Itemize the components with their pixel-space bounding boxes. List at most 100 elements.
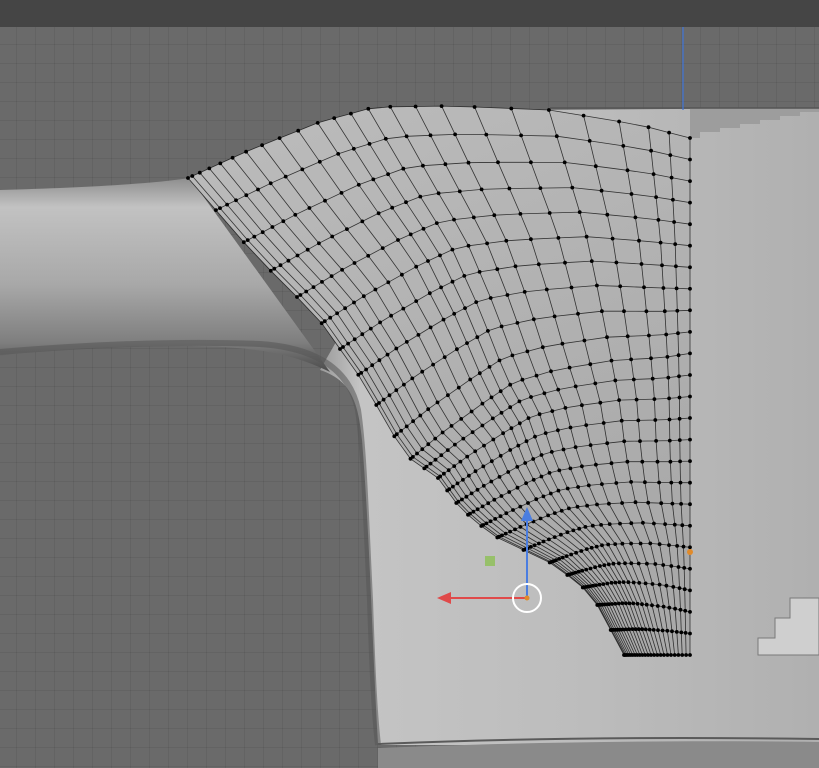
vertex[interactable]	[411, 419, 415, 424]
vertex[interactable]	[616, 601, 621, 606]
vertex[interactable]	[682, 587, 687, 592]
vertex[interactable]	[648, 541, 653, 546]
vertex[interactable]	[520, 377, 525, 382]
vertex[interactable]	[569, 552, 574, 557]
viewport-header[interactable]	[0, 0, 819, 28]
vertex[interactable]	[642, 285, 646, 290]
vertex[interactable]	[670, 629, 674, 634]
vertex[interactable]	[568, 466, 573, 471]
vertex[interactable]	[688, 265, 692, 270]
vertex[interactable]	[492, 213, 497, 218]
vertex[interactable]	[517, 399, 522, 404]
vertex[interactable]	[256, 187, 260, 192]
vertex[interactable]	[610, 602, 614, 606]
vertex[interactable]	[293, 212, 298, 217]
vertex[interactable]	[655, 653, 660, 657]
vertex[interactable]	[621, 144, 626, 148]
vertex[interactable]	[538, 186, 543, 191]
vertex[interactable]	[584, 234, 589, 239]
vertex[interactable]	[336, 152, 341, 156]
vertex[interactable]	[536, 262, 541, 267]
vertex[interactable]	[335, 311, 339, 316]
vertex[interactable]	[560, 341, 565, 346]
vertex[interactable]	[563, 406, 568, 410]
vertex[interactable]	[300, 167, 305, 172]
vertex[interactable]	[515, 485, 520, 490]
vertex[interactable]	[588, 566, 593, 571]
vertex[interactable]	[471, 509, 476, 514]
vertex[interactable]	[540, 345, 545, 350]
vertex[interactable]	[613, 378, 618, 383]
vertex[interactable]	[679, 630, 684, 635]
vertex[interactable]	[649, 356, 653, 361]
vertex[interactable]	[541, 494, 546, 499]
vertex[interactable]	[556, 488, 561, 493]
vertex[interactable]	[435, 400, 440, 405]
vertex[interactable]	[666, 375, 671, 380]
vertex[interactable]	[629, 480, 633, 484]
vertex[interactable]	[468, 511, 472, 516]
vertex[interactable]	[598, 564, 602, 568]
vertex[interactable]	[633, 215, 638, 220]
vertex[interactable]	[646, 125, 651, 130]
vertex[interactable]	[438, 474, 443, 479]
vertex[interactable]	[484, 521, 489, 526]
vertex[interactable]	[428, 325, 433, 330]
vertex[interactable]	[688, 480, 692, 485]
vertex[interactable]	[418, 194, 423, 199]
vertex[interactable]	[431, 362, 435, 367]
vertex[interactable]	[619, 418, 624, 423]
vertex[interactable]	[629, 541, 633, 546]
vertex[interactable]	[508, 448, 513, 452]
vertex[interactable]	[594, 462, 598, 467]
vertex[interactable]	[518, 212, 523, 216]
vertex[interactable]	[473, 449, 478, 454]
vertex[interactable]	[456, 385, 461, 390]
vertex[interactable]	[547, 471, 552, 475]
vertex[interactable]	[631, 601, 636, 606]
vertex[interactable]	[524, 481, 528, 486]
vertex[interactable]	[458, 459, 463, 464]
vertex[interactable]	[688, 157, 692, 162]
vertex[interactable]	[580, 568, 585, 573]
vertex[interactable]	[672, 522, 677, 527]
vertex[interactable]	[373, 287, 378, 292]
vertex[interactable]	[635, 601, 640, 606]
vertex[interactable]	[575, 504, 580, 509]
vertex[interactable]	[186, 176, 190, 180]
vertex[interactable]	[428, 461, 433, 466]
vertex[interactable]	[674, 630, 679, 634]
vertex[interactable]	[244, 149, 249, 154]
vertex[interactable]	[600, 309, 604, 314]
vertex[interactable]	[607, 501, 611, 506]
vertex[interactable]	[625, 334, 630, 339]
vertex[interactable]	[452, 464, 457, 468]
vertex[interactable]	[317, 241, 321, 246]
vertex[interactable]	[515, 465, 520, 469]
vertex[interactable]	[260, 143, 264, 148]
vertex[interactable]	[415, 451, 419, 456]
vertex[interactable]	[286, 258, 291, 263]
vertex[interactable]	[671, 197, 675, 202]
vertex[interactable]	[688, 200, 692, 205]
vertex[interactable]	[567, 506, 571, 511]
vertex[interactable]	[682, 566, 687, 570]
vertex[interactable]	[528, 545, 533, 549]
vertex[interactable]	[580, 464, 584, 469]
vertex[interactable]	[416, 333, 421, 337]
vertex[interactable]	[349, 111, 353, 116]
3d-viewport[interactable]	[0, 27, 819, 768]
vertex[interactable]	[410, 376, 415, 381]
vertex[interactable]	[330, 234, 335, 239]
vertex[interactable]	[390, 205, 395, 210]
vertex[interactable]	[525, 349, 530, 354]
vertex[interactable]	[688, 416, 692, 420]
vertex[interactable]	[332, 116, 337, 120]
vertex[interactable]	[539, 474, 544, 479]
vertex[interactable]	[652, 521, 656, 526]
vertex[interactable]	[507, 490, 512, 494]
vertex[interactable]	[387, 393, 392, 398]
vertex[interactable]	[465, 341, 469, 345]
vertex[interactable]	[601, 582, 606, 586]
vertex[interactable]	[386, 172, 390, 177]
